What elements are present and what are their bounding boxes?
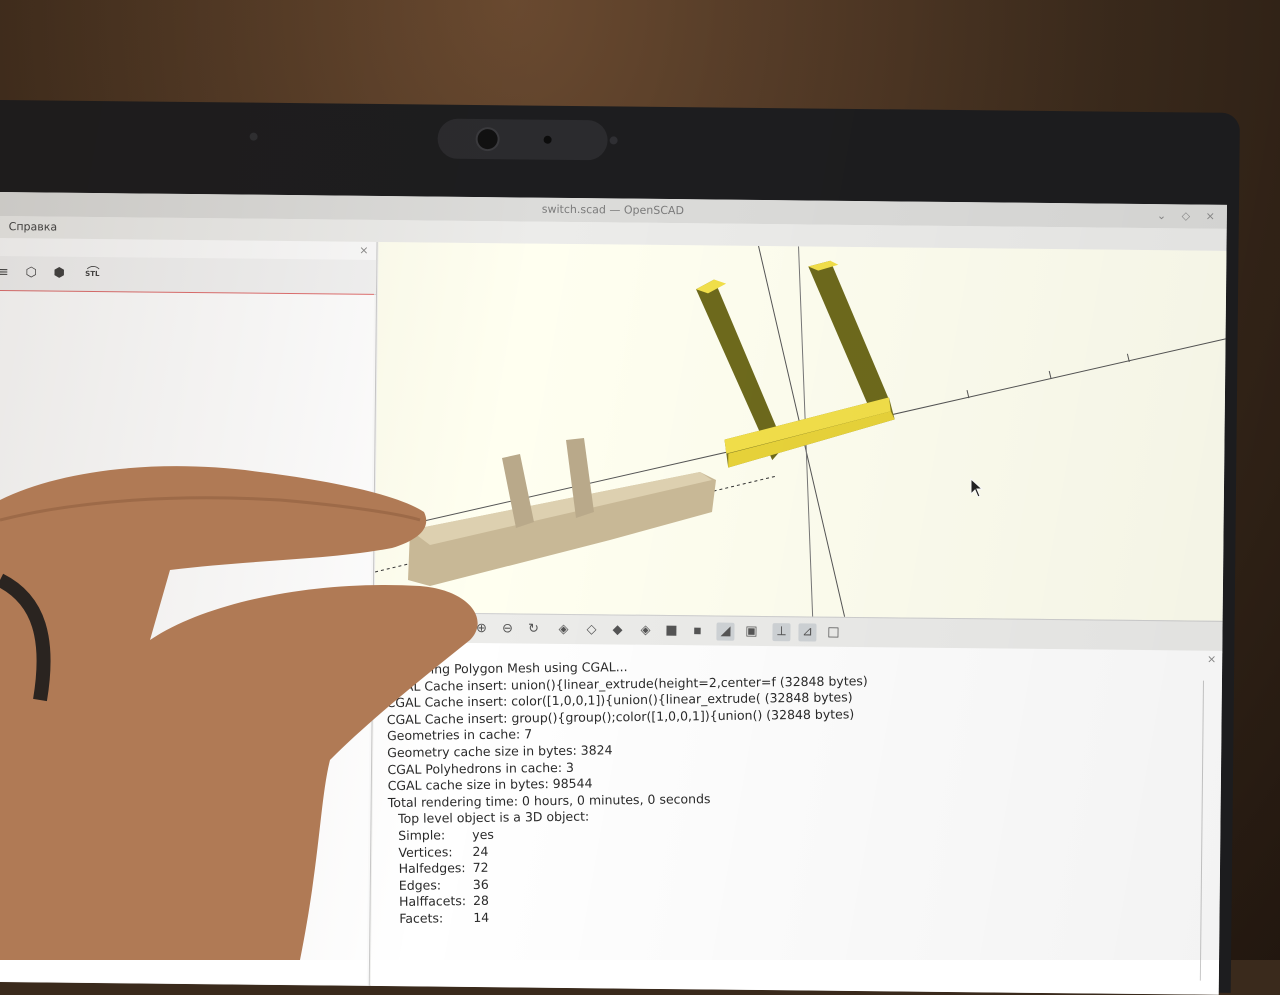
zoom-in-icon[interactable]: ⊕ [472,620,490,638]
stat-value: 24 [472,843,489,859]
webcam-lens-icon [477,129,498,150]
x-axis-negative [374,475,777,573]
orthogonal-icon[interactable]: ▣ [742,623,760,641]
view-back-icon[interactable]: ▪ [688,622,706,640]
code-editor[interactable] [0,289,374,985]
view-right-icon[interactable]: ◈ [554,621,572,639]
view-top-icon[interactable]: ◇ [582,621,600,639]
console-output: Rendering Polygon Mesh using CGAL... CGA… [386,656,871,927]
stat-value: 36 [472,876,489,892]
model-right-arm-side [808,260,889,408]
stat-key: Facets: [399,910,444,926]
close-button[interactable]: × [1206,210,1215,223]
stat-key: Edges: [398,877,442,893]
microphone-dot [249,132,258,141]
editor-pane: × ≡ ⬡ ⬢ ⌒ STL [0,237,378,986]
window-controls: ⌄ ◇ × [1145,204,1215,229]
console-pane: × Rendering Polygon Mesh using CGAL... C… [370,641,1223,995]
render-icon[interactable]: ⬡ [20,262,42,284]
u-shaped-model [696,260,895,468]
stat-key: Halffacets: [398,893,467,910]
3d-viewport[interactable] [374,241,1227,621]
stat-value: 14 [473,909,490,925]
axis-tick [1048,370,1052,380]
perspective-icon[interactable]: ◢ [716,622,735,641]
stat-value: 28 [472,893,490,909]
show-axes-icon[interactable]: ⟂ [772,623,791,642]
console-close-button[interactable]: × [1207,653,1216,666]
view-front-icon[interactable]: ■ [662,622,680,640]
editor-toolbar: ≡ ⬡ ⬢ ⌒ STL [0,255,377,295]
webcam-led-icon [543,135,552,144]
laptop-screen: switch.scad — OpenSCAD ⌄ ◇ × Справка × ≡… [0,191,1227,995]
editor-close-button[interactable]: × [359,244,368,257]
show-edges-icon[interactable]: □ [824,624,842,642]
view-left-icon[interactable]: ◈ [636,622,654,640]
maximize-button[interactable]: ◇ [1182,209,1191,222]
stat-key: Halfedges: [398,860,466,877]
webcam-cover [437,118,608,161]
mouse-cursor-icon [970,477,984,502]
zoom-out-icon[interactable]: ⊖ [498,620,516,638]
export-stl-button[interactable]: ⌒ STL [82,263,104,285]
stat-key: Simple: [398,827,446,843]
viewport-canvas [374,245,1226,617]
menu-item-help[interactable]: Справка [9,220,58,234]
minimize-button[interactable]: ⌄ [1157,209,1166,222]
reset-view-icon[interactable]: ↻ [524,621,542,639]
stl-label: STL [85,269,100,279]
stat-value: 72 [472,859,489,876]
stat-key: Vertices: [398,843,453,860]
preview-icon[interactable]: ⬢ [48,263,70,285]
view-bottom-icon[interactable]: ◆ [608,621,626,639]
indent-icon[interactable]: ≡ [0,262,14,284]
laptop-bezel: switch.scad — OpenSCAD ⌄ ◇ × Справка × ≡… [0,100,1240,995]
show-scale-markers-icon[interactable]: ⊿ [798,623,817,642]
microphone-dot [609,136,618,145]
console-scrollbar[interactable] [1199,680,1214,981]
stat-value: yes [472,826,494,842]
window-title: switch.scad — OpenSCAD [541,202,685,218]
